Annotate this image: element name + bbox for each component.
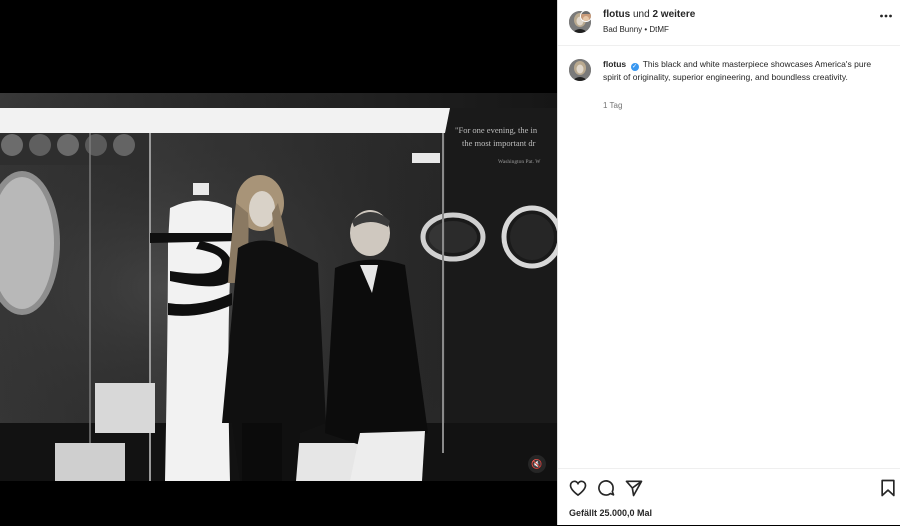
heart-icon[interactable] [568, 478, 588, 498]
post-side-panel: flotus und 2 weitere Bad Bunny • DtMF fl… [557, 0, 900, 525]
coauthors-link[interactable]: 2 weitere [652, 9, 695, 20]
post-header: flotus und 2 weitere Bad Bunny • DtMF [558, 0, 900, 46]
coauthor-avatar-image [581, 14, 591, 21]
bookmark-icon[interactable] [878, 478, 898, 498]
post-actions-bar: Gefällt 25.000,0 Mal [558, 468, 900, 526]
caption-text: This black and white masterpiece showcas… [603, 59, 872, 82]
instagram-post-view: "For one evening, the in the most import… [0, 0, 900, 525]
audio-song[interactable]: DtMF [649, 25, 669, 34]
post-caption: flotus ✓ This black and white masterpiec… [603, 58, 888, 84]
post-photo: "For one evening, the in the most import… [0, 93, 557, 481]
audio-artist[interactable]: Bad Bunny [603, 25, 642, 34]
museum-photo-illustration: "For one evening, the in the most import… [0, 93, 557, 481]
verified-badge-icon: ✓ [630, 63, 639, 71]
comment-svg [598, 480, 615, 496]
bookmark-svg [881, 479, 895, 497]
coauthor-avatar[interactable] [580, 10, 592, 22]
share-icon[interactable] [624, 478, 644, 498]
authors-connector: und [630, 9, 653, 20]
exhibit-quote-credit: Washington Pat. W [498, 159, 541, 165]
exhibit-quote-line-1: "For one evening, the in [455, 125, 538, 135]
caption-username[interactable]: flotus [603, 59, 626, 69]
heart-svg [569, 480, 587, 497]
audio-attribution[interactable]: Bad Bunny • DtMF [603, 25, 669, 34]
likes-count[interactable]: Gefällt 25.000,0 Mal [569, 508, 652, 518]
exhibit-quote-line-2: the most important dr [462, 138, 536, 148]
more-dots-svg [880, 14, 892, 18]
caption-avatar-image [569, 59, 591, 81]
share-svg [625, 480, 643, 497]
more-horizontal-icon[interactable] [879, 9, 893, 26]
caption-author-avatar[interactable] [569, 59, 591, 81]
speaker-muted-icon[interactable]: 🔇 [528, 455, 546, 473]
post-media[interactable]: "For one evening, the in the most import… [0, 0, 557, 525]
post-timestamp[interactable]: 1 Tag [603, 101, 622, 110]
author-username[interactable]: flotus [603, 9, 630, 20]
comment-icon[interactable] [596, 478, 616, 498]
post-authors: flotus und 2 weitere [603, 9, 695, 20]
